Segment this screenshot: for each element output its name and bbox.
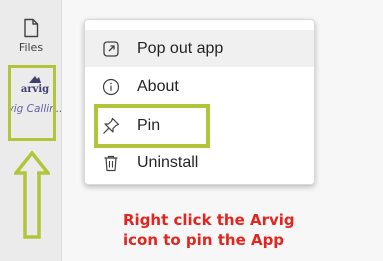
trash-icon [104, 155, 118, 172]
pin-highlight-box [94, 104, 210, 148]
pop-out-icon [103, 41, 119, 57]
instruction-line-1: Right click the Arvig [123, 211, 295, 229]
instruction-text: Right click the Arvig icon to pin the Ap… [123, 210, 303, 250]
file-icon [24, 18, 39, 38]
context-menu: Pop out app About Pin Uninstall [84, 19, 315, 185]
menu-item-label: Uninstall [137, 153, 199, 171]
menu-item-about[interactable]: About [85, 68, 314, 105]
files-rail-item[interactable]: Files [0, 18, 62, 62]
menu-item-pop-out-app[interactable]: Pop out app [85, 30, 314, 67]
menu-item-label: About [137, 77, 179, 95]
menu-item-uninstall[interactable]: Uninstall [85, 144, 314, 181]
instruction-line-2: icon to pin the App [123, 231, 285, 249]
menu-item-label: Pop out app [137, 39, 224, 57]
up-arrow-annotation [14, 151, 50, 239]
info-icon [102, 78, 120, 96]
app-highlight-box [8, 65, 56, 141]
files-label: Files [18, 41, 44, 54]
